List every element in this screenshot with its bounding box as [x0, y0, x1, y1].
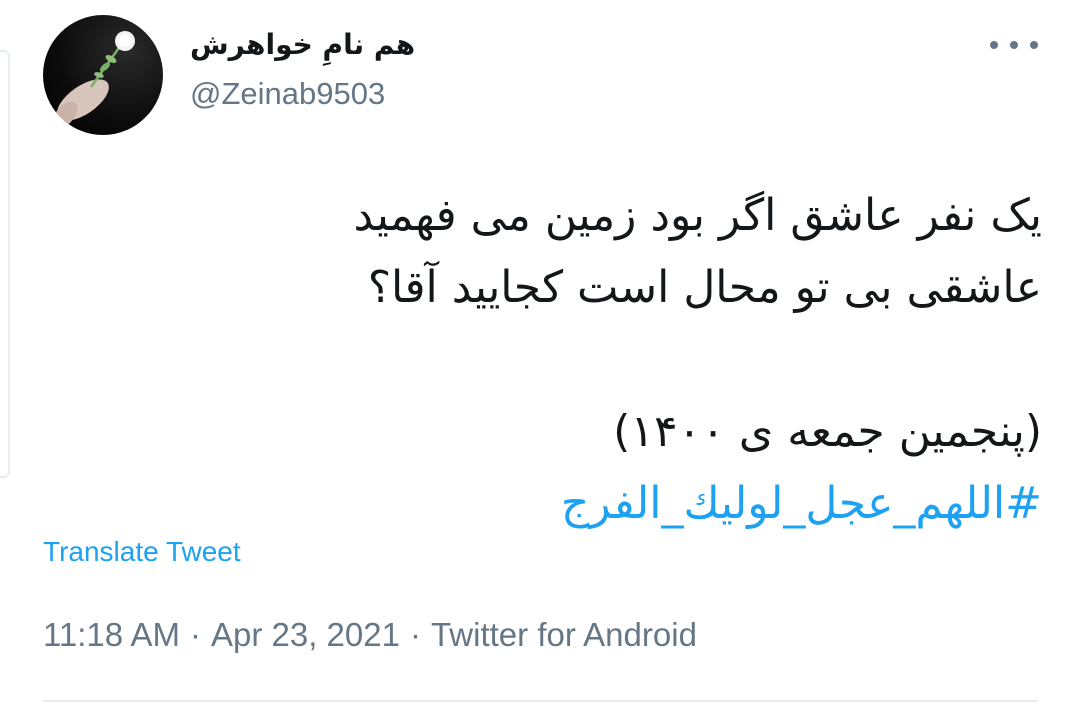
tweet-date[interactable]: Apr 23, 2021: [211, 616, 400, 653]
tweet-time[interactable]: 11:18 AM: [43, 616, 180, 653]
author-display-name[interactable]: هم نامِ خواهرش: [190, 28, 415, 61]
more-dot: [990, 41, 998, 49]
meta-separator: ·: [189, 616, 201, 653]
avatar-hand-flower-icon: [52, 31, 135, 129]
more-dot: [1010, 41, 1018, 49]
tweet-metadata: 11:18 AM · Apr 23, 2021 · Twitter for Androi…: [43, 616, 697, 654]
tweet-source[interactable]: Twitter for Android: [431, 616, 697, 653]
tweet-text-line: (پنجمین جمعه ی ۱۴۰۰): [613, 406, 1042, 457]
hashtag-link[interactable]: #اللهم_عجل_لوليك_الفرج: [42, 468, 1042, 540]
tweet-text-line: عاشقی بی تو محال است کجایید آقا؟: [367, 262, 1042, 313]
tweet-text: یک نفر عاشق اگر بود زمین می فهمید عاشقی …: [42, 180, 1042, 540]
tweet-text-line: یک نفر عاشق اگر بود زمین می فهمید: [353, 190, 1042, 241]
more-dot: [1030, 41, 1038, 49]
left-panel-edge: [0, 50, 10, 478]
divider: [43, 700, 1038, 702]
translate-tweet-link[interactable]: Translate Tweet: [43, 536, 241, 568]
meta-separator: ·: [409, 616, 421, 653]
more-options-icon[interactable]: [990, 30, 1038, 60]
author-handle[interactable]: @Zeinab9503: [190, 76, 385, 112]
avatar[interactable]: [43, 15, 163, 135]
